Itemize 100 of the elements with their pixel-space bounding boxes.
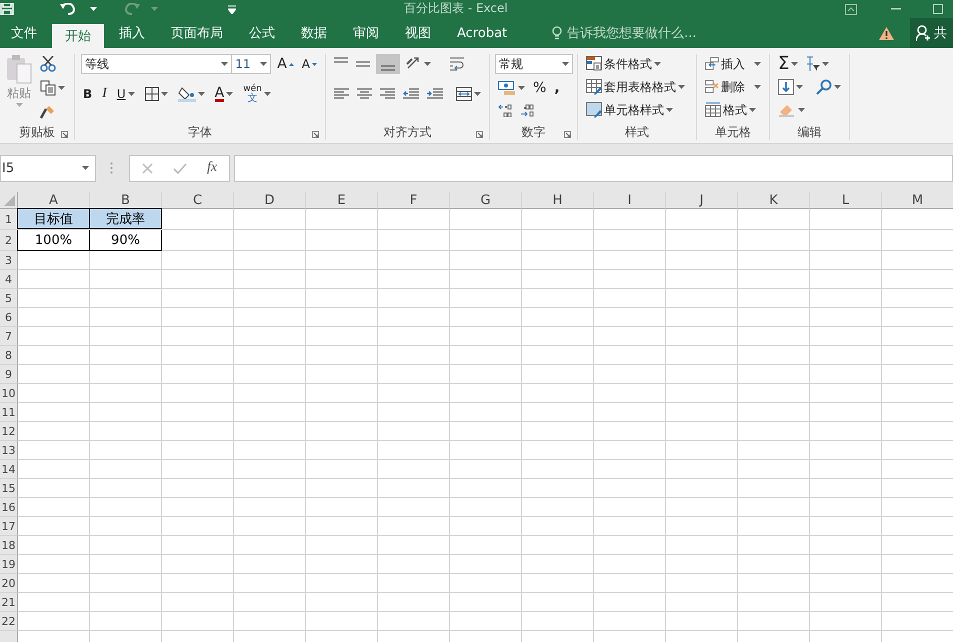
- column-header[interactable]: C: [162, 192, 234, 209]
- row-header[interactable]: 17: [0, 517, 18, 536]
- ribbon-tab[interactable]: 页面布局: [160, 18, 234, 48]
- copy-button[interactable]: [38, 78, 67, 98]
- percent-button[interactable]: %: [531, 78, 548, 98]
- caret-icon[interactable]: [834, 85, 841, 89]
- column-header[interactable]: E: [306, 192, 378, 209]
- column-header[interactable]: D: [234, 192, 306, 209]
- accounting-button[interactable]: [496, 78, 527, 98]
- caret-icon[interactable]: [754, 62, 761, 66]
- number-format-field[interactable]: 常规: [495, 54, 573, 74]
- caret-icon[interactable]: [160, 92, 168, 96]
- row-header[interactable]: 7: [0, 327, 18, 346]
- row-header[interactable]: 2: [0, 230, 18, 251]
- row-header[interactable]: 19: [0, 555, 18, 574]
- table-format-button[interactable]: 套用表格格式: [584, 77, 690, 97]
- caret-icon[interactable]: [518, 86, 525, 90]
- row-header[interactable]: 11: [0, 403, 18, 422]
- caret-icon[interactable]: [749, 108, 756, 112]
- row-header[interactable]: 13: [0, 441, 18, 460]
- warning-icon[interactable]: [879, 26, 894, 40]
- font-name-field[interactable]: 等线: [81, 54, 232, 74]
- caret-icon[interactable]: [226, 92, 234, 96]
- row-header[interactable]: 15: [0, 479, 18, 498]
- caret-icon[interactable]: [822, 62, 830, 66]
- delete-cells-button[interactable]: 删除: [703, 77, 763, 97]
- dialog-launcher-icon[interactable]: [476, 131, 483, 138]
- merge-center-button[interactable]: [454, 84, 483, 104]
- row-header[interactable]: 1: [0, 209, 18, 230]
- row-header[interactable]: 14: [0, 460, 18, 479]
- grow-font-button[interactable]: A: [275, 54, 296, 74]
- italic-button[interactable]: I: [100, 84, 109, 104]
- caret-icon[interactable]: [791, 62, 798, 66]
- column-header[interactable]: A: [18, 192, 90, 209]
- minimize-icon[interactable]: [891, 8, 901, 10]
- column-header[interactable]: G: [450, 192, 522, 209]
- ribbon-tab[interactable]: 开始: [52, 24, 104, 48]
- row-header[interactable]: 3: [0, 251, 18, 270]
- ribbon-tab[interactable]: 数据: [290, 18, 338, 48]
- autosum-button[interactable]: Σ: [776, 54, 800, 74]
- bottom-align-button[interactable]: [376, 54, 400, 74]
- insert-function-button[interactable]: fx: [207, 160, 218, 176]
- caret-icon[interactable]: [90, 7, 97, 11]
- borders-button[interactable]: [142, 84, 170, 104]
- column-header[interactable]: M: [882, 192, 953, 209]
- cell-styles-button[interactable]: 单元格样式: [584, 100, 690, 120]
- tell-me-search[interactable]: 告诉我您想要做什么...: [552, 18, 697, 48]
- dialog-launcher-icon[interactable]: [564, 131, 571, 138]
- comma-button[interactable]: ,: [552, 78, 562, 98]
- row-header[interactable]: 18: [0, 536, 18, 555]
- caret-icon[interactable]: [666, 108, 673, 112]
- row-header[interactable]: 20: [0, 574, 18, 593]
- format-cells-button[interactable]: 格式: [703, 100, 763, 120]
- ribbon-tab[interactable]: 文件: [0, 18, 48, 48]
- dialog-launcher-icon[interactable]: [312, 131, 319, 138]
- row-header[interactable]: 9: [0, 365, 18, 384]
- row-header[interactable]: 16: [0, 498, 18, 517]
- conditional-format-button[interactable]: 条件格式: [584, 54, 690, 74]
- find-button[interactable]: [814, 77, 843, 97]
- bold-button[interactable]: B: [81, 84, 94, 104]
- caret-icon[interactable]: [128, 92, 135, 96]
- caret-icon[interactable]: [474, 92, 481, 96]
- insert-cells-button[interactable]: 插入: [703, 54, 763, 74]
- font-size-field[interactable]: 11: [231, 54, 272, 74]
- row-header[interactable]: 8: [0, 346, 18, 365]
- ribbon-tab[interactable]: 公式: [238, 18, 286, 48]
- shrink-font-button[interactable]: A: [300, 54, 319, 74]
- caret-icon[interactable]: [82, 166, 89, 170]
- fill-button[interactable]: [776, 77, 805, 97]
- customize-icon[interactable]: [228, 4, 236, 14]
- name-box[interactable]: I5: [0, 154, 96, 182]
- row-header[interactable]: 4: [0, 270, 18, 289]
- row-header[interactable]: 12: [0, 422, 18, 441]
- caret-icon[interactable]: [678, 85, 685, 89]
- row-header[interactable]: 22: [0, 612, 18, 631]
- column-header[interactable]: B: [90, 192, 162, 209]
- ribbon-display-icon[interactable]: [845, 4, 857, 14]
- ribbon-tab[interactable]: Acrobat: [446, 18, 518, 48]
- font-color-button[interactable]: A: [212, 84, 236, 104]
- ribbon-tab[interactable]: 插入: [108, 18, 156, 48]
- maximize-icon[interactable]: [933, 4, 943, 14]
- column-header[interactable]: J: [666, 192, 738, 209]
- caret-icon[interactable]: [221, 62, 228, 66]
- caret-icon[interactable]: [264, 92, 271, 96]
- formula-input[interactable]: [234, 154, 953, 182]
- caret-icon[interactable]: [796, 85, 803, 89]
- row-header[interactable]: 10: [0, 384, 18, 403]
- column-header[interactable]: H: [522, 192, 594, 209]
- column-header[interactable]: F: [378, 192, 450, 209]
- caret-icon[interactable]: [424, 62, 431, 66]
- ribbon-tab[interactable]: 视图: [394, 18, 442, 48]
- caret-icon[interactable]: [260, 62, 268, 66]
- column-header[interactable]: I: [594, 192, 666, 209]
- phonetic-button[interactable]: wén 文: [241, 84, 273, 104]
- caret-icon[interactable]: [198, 92, 205, 96]
- dialog-launcher-icon[interactable]: [61, 131, 68, 138]
- caret-icon[interactable]: [654, 62, 661, 66]
- caret-icon[interactable]: [754, 85, 761, 89]
- ribbon-tab[interactable]: 审阅: [342, 18, 390, 48]
- caret-icon[interactable]: [798, 108, 805, 112]
